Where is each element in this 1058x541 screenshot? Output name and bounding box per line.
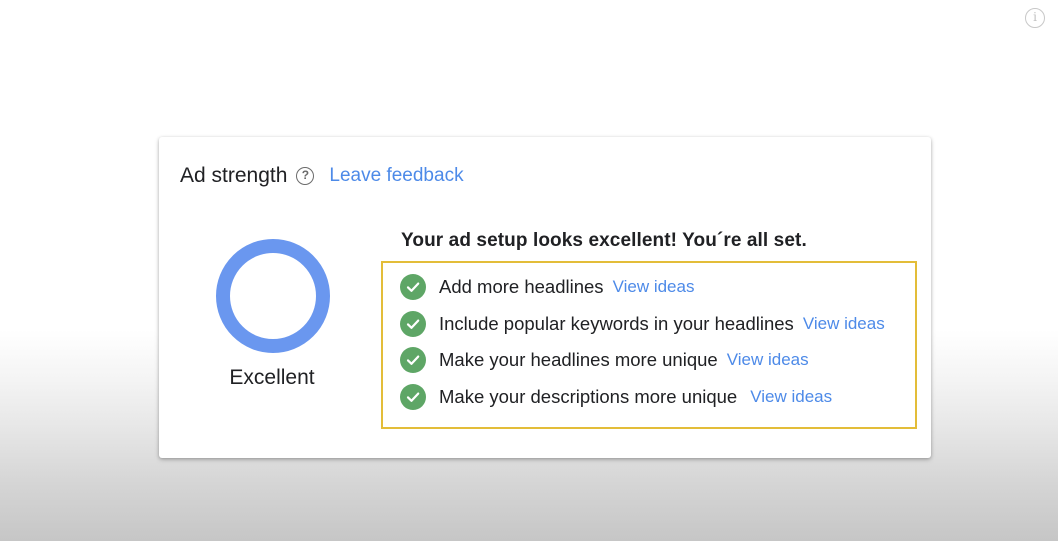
ad-strength-summary: Your ad setup looks excellent! You´re al… — [401, 230, 807, 251]
suggestion-text: Make your headlines more unique — [439, 349, 718, 370]
ad-strength-rating: Excellent — [229, 366, 315, 389]
suggestions-list: Add more headlines View ideas Include po… — [381, 261, 917, 429]
suggestion-text: Include popular keywords in your headlin… — [439, 313, 794, 334]
check-icon — [400, 311, 426, 337]
ad-strength-card: Ad strength ? Leave feedback Excellent Y… — [159, 137, 931, 458]
view-ideas-link[interactable]: View ideas — [750, 387, 832, 407]
suggestion-item: Add more headlines View ideas — [400, 273, 694, 301]
ring-arc — [216, 239, 330, 353]
question-mark-icon[interactable]: ? — [296, 167, 315, 185]
suggestion-item: Make your descriptions more unique View … — [400, 383, 832, 411]
suggestion-text: Make your descriptions more unique — [439, 386, 738, 407]
card-header: Ad strength ? Leave feedback — [180, 161, 464, 191]
check-icon — [400, 274, 426, 300]
leave-feedback-link[interactable]: Leave feedback — [329, 165, 463, 187]
card-title: Ad strength — [180, 164, 288, 187]
suggestion-item: Make your headlines more unique View ide… — [400, 346, 809, 374]
view-ideas-link[interactable]: View ideas — [727, 350, 809, 370]
info-icon[interactable]: i — [1025, 8, 1045, 28]
view-ideas-link[interactable]: View ideas — [613, 277, 695, 297]
suggestion-item: Include popular keywords in your headlin… — [400, 310, 885, 338]
suggestion-text: Add more headlines — [439, 276, 604, 297]
ring-chart — [216, 239, 330, 353]
check-icon — [400, 347, 426, 373]
check-icon — [400, 384, 426, 410]
ad-strength-ring — [215, 238, 331, 354]
view-ideas-link[interactable]: View ideas — [803, 314, 885, 334]
